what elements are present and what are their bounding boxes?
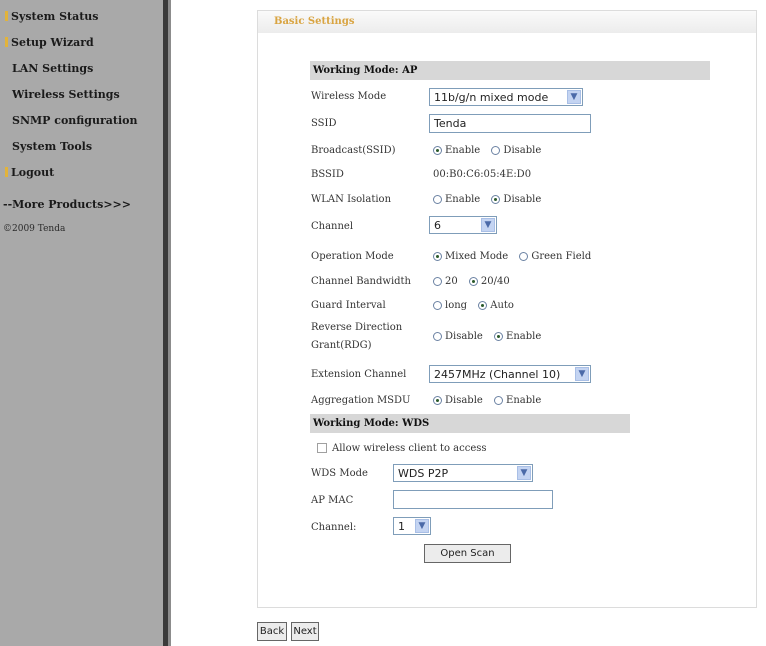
bandwidth-20-40-label: 20/40 [480, 276, 510, 287]
rdg-label-line2: Grant(RDG) [311, 340, 372, 351]
sidebar-item-logout[interactable]: Logout [5, 166, 54, 179]
bandwidth-20-radio[interactable] [433, 277, 442, 286]
sidebar-item-lan-settings[interactable]: LAN Settings [12, 62, 93, 75]
guard-auto-label: Auto [490, 300, 514, 311]
bssid-label: BSSID [311, 169, 344, 180]
extension-channel-value: 2457MHz (Channel 10) [434, 368, 561, 381]
wireless-mode-value: 11b/g/n mixed mode [434, 91, 549, 104]
wlan-isolation-label: WLAN Isolation [311, 194, 392, 205]
wds-mode-select[interactable]: WDS P2P ▼ [393, 464, 533, 482]
sidebar-item-system-tools[interactable]: System Tools [12, 140, 92, 153]
guard-long-radio[interactable] [433, 301, 442, 310]
guard-interval-options: long Auto [433, 300, 514, 311]
next-button[interactable]: Next [291, 622, 319, 641]
sidebar-item-label: Logout [11, 166, 55, 179]
sidebar-item-snmp-configuration[interactable]: SNMP configuration [12, 114, 138, 127]
sidebar-item-wireless-settings[interactable]: Wireless Settings [12, 88, 120, 101]
aggregation-msdu-options: Disable Enable [433, 395, 541, 406]
broadcast-enable-label: Enable [445, 145, 481, 156]
channel-bandwidth-options: 20 20/40 [433, 276, 510, 287]
channel-select[interactable]: 6 ▼ [429, 216, 497, 234]
extension-channel-label: Extension Channel [311, 369, 407, 380]
back-button[interactable]: Back [257, 622, 287, 641]
chevron-down-icon: ▼ [567, 90, 581, 104]
main-content: Basic Settings Working Mode: AP Wireless… [171, 0, 766, 646]
rdg-enable-label: Enable [506, 331, 542, 342]
operation-mode-label: Operation Mode [311, 251, 394, 262]
msdu-disable-label: Disable [445, 395, 483, 406]
guard-interval-label: Guard Interval [311, 300, 386, 311]
sidebar-item-label: System Tools [12, 140, 93, 153]
channel-bandwidth-label: Channel Bandwidth [311, 276, 411, 287]
page-title: Basic Settings [274, 16, 355, 27]
sidebar: System Status Setup Wizard LAN Settings … [0, 0, 163, 646]
aggregation-msdu-label: Aggregation MSDU [311, 395, 411, 406]
broadcast-disable-label: Disable [503, 145, 542, 156]
wds-channel-select[interactable]: 1 ▼ [393, 517, 431, 535]
panel-header: Basic Settings [258, 11, 756, 33]
broadcast-ssid-options: Enable Disable [433, 145, 541, 156]
ap-mac-input[interactable] [393, 490, 553, 509]
ssid-label: SSID [311, 118, 337, 129]
extension-channel-select[interactable]: 2457MHz (Channel 10) ▼ [429, 365, 591, 383]
chevron-down-icon: ▼ [517, 466, 531, 480]
chevron-down-icon: ▼ [415, 519, 429, 533]
settings-panel: Basic Settings Working Mode: AP Wireless… [257, 10, 757, 608]
sidebar-item-setup-wizard[interactable]: Setup Wizard [5, 36, 94, 49]
copyright-text: ©2009 Tenda [3, 224, 66, 234]
broadcast-disable-radio[interactable] [491, 146, 501, 155]
wireless-mode-select[interactable]: 11b/g/n mixed mode ▼ [429, 88, 583, 106]
channel-value: 6 [434, 219, 441, 232]
rdg-disable-radio[interactable] [433, 332, 442, 341]
rdg-label-line1: Reverse Direction [311, 322, 403, 333]
rdg-disable-label: Disable [445, 331, 483, 342]
rdg-enable-radio[interactable] [494, 332, 504, 341]
chevron-down-icon: ▼ [481, 218, 495, 232]
operation-mode-options: Mixed Mode Green Field [433, 251, 591, 262]
bssid-value: 00:B0:C6:05:4E:D0 [433, 169, 532, 180]
rdg-options: Disable Enable [433, 331, 541, 342]
wds-mode-label: WDS Mode [311, 468, 368, 479]
mixed-mode-label: Mixed Mode [445, 251, 509, 262]
msdu-enable-label: Enable [506, 395, 542, 406]
msdu-disable-radio[interactable] [433, 396, 442, 405]
sidebar-item-label: SNMP configuration [12, 114, 138, 127]
msdu-enable-radio[interactable] [494, 396, 504, 405]
wds-mode-value: WDS P2P [398, 467, 449, 480]
sidebar-item-label: LAN Settings [12, 62, 94, 75]
green-field-label: Green Field [531, 251, 592, 262]
allow-wireless-client-label: Allow wireless client to access [332, 443, 487, 454]
wds-channel-label: Channel: [311, 522, 357, 533]
sidebar-item-label: Wireless Settings [12, 88, 120, 101]
wlan-isolation-options: Enable Disable [433, 194, 541, 205]
open-scan-button[interactable]: Open Scan [424, 544, 511, 563]
section-header-wds: Working Mode: WDS [310, 414, 630, 433]
isolation-enable-radio[interactable] [433, 195, 442, 204]
wireless-mode-label: Wireless Mode [311, 91, 387, 102]
ssid-input[interactable]: Tenda [429, 114, 591, 133]
mixed-mode-radio[interactable] [433, 252, 442, 261]
bandwidth-20-label: 20 [445, 276, 458, 287]
section-header-ap: Working Mode: AP [310, 61, 710, 80]
guard-long-label: long [445, 300, 468, 311]
sidebar-item-system-status[interactable]: System Status [5, 10, 99, 23]
bandwidth-20-40-radio[interactable] [468, 277, 478, 286]
isolation-disable-label: Disable [503, 194, 542, 205]
green-field-radio[interactable] [519, 252, 529, 261]
ap-mac-label: AP MAC [311, 495, 354, 506]
sidebar-item-label: Setup Wizard [11, 36, 94, 49]
sidebar-item-label: System Status [11, 10, 99, 23]
broadcast-enable-radio[interactable] [433, 146, 442, 155]
chevron-down-icon: ▼ [575, 367, 589, 381]
isolation-enable-label: Enable [445, 194, 481, 205]
broadcast-ssid-label: Broadcast(SSID) [311, 145, 396, 156]
allow-wireless-client-checkbox[interactable] [317, 443, 327, 453]
more-products-link[interactable]: --More Products>>> [3, 198, 131, 211]
wds-channel-value: 1 [398, 520, 405, 533]
guard-auto-radio[interactable] [478, 301, 488, 310]
isolation-disable-radio[interactable] [491, 195, 501, 204]
channel-label: Channel [311, 221, 354, 232]
